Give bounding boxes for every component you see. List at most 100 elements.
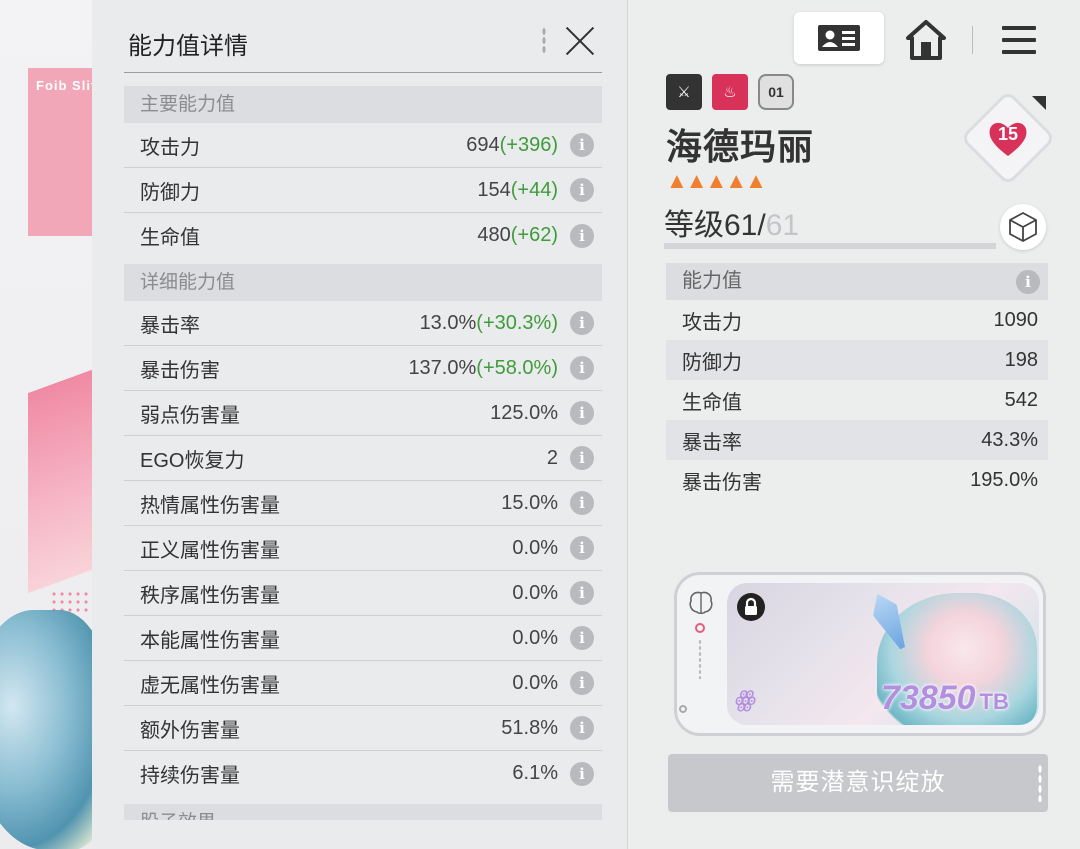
close-button[interactable] — [562, 22, 598, 58]
profile-card-button[interactable] — [794, 12, 884, 64]
stat-row: 热情属性伤害量 15.0% i — [124, 481, 602, 526]
stat-value: 6.1% — [512, 762, 558, 784]
ability-summary: 能力值 i 攻击力 1090 防御力 198 生命值 542 暴击率 43.3%… — [666, 263, 1048, 500]
ability-value: 1090 — [993, 308, 1039, 331]
bg-character-hair — [0, 610, 100, 849]
stat-row: 弱点伤害量 125.0% i — [124, 391, 602, 436]
class-badge-icon: ⚔ — [666, 74, 702, 110]
stat-label: 持续伤害量 — [140, 765, 240, 787]
info-icon[interactable]: i — [570, 491, 594, 515]
info-icon[interactable]: i — [570, 626, 594, 650]
stat-label: 虚无属性伤害量 — [140, 674, 280, 697]
info-icon[interactable]: i — [1016, 270, 1040, 294]
stat-row: 持续伤害量 6.1% i — [124, 751, 602, 796]
stat-label: 正义属性伤害量 — [140, 539, 280, 562]
section-header-main: 主要能力值 — [124, 86, 602, 123]
cube-icon — [1009, 211, 1037, 243]
subconscious-bloom-button[interactable]: 需要潜意识绽放 — [668, 754, 1048, 812]
info-icon[interactable]: i — [570, 671, 594, 695]
ability-row: 防御力 198 — [666, 340, 1048, 380]
memory-unit: TB — [979, 689, 1009, 714]
stat-label: 弱点伤害量 — [140, 404, 240, 427]
ability-row: 生命值 542 — [666, 380, 1048, 420]
stat-list[interactable]: 主要能力值 攻击力 694 (+396) i 防御力 154 (+44) i 生… — [124, 86, 602, 820]
stat-value: 694 — [466, 133, 500, 156]
brain-icon — [689, 591, 713, 615]
home-icon — [906, 20, 946, 60]
info-icon[interactable]: i — [570, 133, 594, 157]
memory-logo-icon: ꙮ — [735, 687, 757, 712]
level-current: 等级61/ — [664, 209, 766, 242]
stat-value: 125.0% — [490, 401, 558, 424]
ability-label: 暴击率 — [682, 431, 742, 454]
info-icon[interactable]: i — [570, 311, 594, 335]
stat-label: 热情属性伤害量 — [140, 494, 280, 517]
stats-detail-panel: 能力值详情 主要能力值 攻击力 694 (+396) i 防御力 154 (+4… — [92, 0, 628, 849]
stat-label: 秩序属性伤害量 — [140, 584, 280, 607]
stat-row: 暴击率 13.0% (+30.3%) i — [124, 301, 602, 346]
bg-pink-band — [28, 366, 100, 594]
stat-bonus: (+396) — [499, 133, 558, 156]
bg-logo: Foib Slit — [36, 78, 97, 93]
header-separator — [972, 26, 973, 54]
ability-label: 暴击伤害 — [682, 471, 762, 494]
ability-value: 198 — [1004, 348, 1038, 371]
stat-bonus: (+58.0%) — [476, 356, 558, 379]
character-level: 等级61/61 — [664, 200, 799, 244]
panel-title: 能力值详情 — [128, 33, 248, 60]
menu-button[interactable] — [1000, 22, 1040, 58]
memory-capacity: 73850 TB — [881, 679, 1009, 718]
level-progress-bar — [664, 243, 996, 249]
character-badges: ⚔ ♨ 01 — [666, 74, 794, 110]
more-dots-icon — [1038, 764, 1042, 802]
stat-row: 暴击伤害 137.0% (+58.0%) i — [124, 346, 602, 391]
ability-row: 攻击力 1090 — [666, 300, 1048, 340]
info-icon[interactable]: i — [570, 716, 594, 740]
corner-marker — [1032, 96, 1046, 110]
info-icon[interactable]: i — [570, 536, 594, 560]
info-icon[interactable]: i — [570, 761, 594, 786]
ability-label: 生命值 — [682, 391, 742, 414]
info-icon[interactable]: i — [570, 178, 594, 202]
stat-row: 防御力 154 (+44) i — [124, 168, 602, 213]
stat-row: 生命值 480 (+62) i — [124, 213, 602, 258]
drag-handle-icon — [542, 27, 546, 53]
section-header-detail: 详细能力值 — [124, 264, 602, 301]
home-button[interactable] — [904, 18, 948, 62]
stat-row: EGO恢复力 2 i — [124, 436, 602, 481]
info-icon[interactable]: i — [570, 223, 594, 248]
ability-label: 防御力 — [682, 351, 742, 374]
stat-value: 0.0% — [512, 536, 558, 559]
id-card-icon — [818, 25, 860, 51]
info-icon[interactable]: i — [570, 356, 594, 380]
3d-view-button[interactable] — [1000, 204, 1046, 250]
stat-label: 暴击伤害 — [140, 359, 220, 382]
ability-value: 195.0% — [970, 468, 1038, 491]
stat-label: EGO恢复力 — [140, 449, 245, 472]
ability-label: 攻击力 — [682, 311, 742, 334]
stat-label: 额外伤害量 — [140, 719, 240, 742]
bg-pink-block — [28, 68, 100, 236]
bloom-button-label: 需要潜意识绽放 — [770, 769, 946, 796]
affection-level: 15 — [997, 124, 1019, 144]
stat-value: 2 — [546, 446, 558, 469]
stat-bonus: (+44) — [510, 178, 558, 201]
stat-label: 防御力 — [140, 181, 200, 204]
info-icon[interactable]: i — [570, 446, 594, 470]
ability-value: 43.3% — [981, 428, 1038, 451]
rarity-stars: ▲▲▲▲▲ — [666, 168, 767, 193]
memory-value: 73850 — [881, 679, 976, 717]
ability-row: 暴击率 43.3% — [666, 420, 1048, 460]
stat-value: 15.0% — [501, 491, 558, 514]
stat-bonus: (+62) — [510, 224, 558, 246]
affection-button[interactable]: 15 — [986, 116, 1030, 160]
stat-value: 154 — [477, 178, 511, 201]
info-icon[interactable]: i — [570, 401, 594, 425]
character-panel: ⚔ ♨ 01 海德玛丽 ▲▲▲▲▲ 等级61/61 15 能力值 i 攻击力 1… — [628, 0, 1080, 849]
memory-card[interactable]: ꙮ 73850 TB — [674, 572, 1046, 736]
info-icon[interactable]: i — [570, 581, 594, 605]
ability-header: 能力值 i — [666, 263, 1048, 300]
section-header-dice: 股子效果 — [124, 804, 602, 820]
ability-value: 542 — [1004, 388, 1038, 411]
rank-badge: 01 — [758, 74, 794, 110]
